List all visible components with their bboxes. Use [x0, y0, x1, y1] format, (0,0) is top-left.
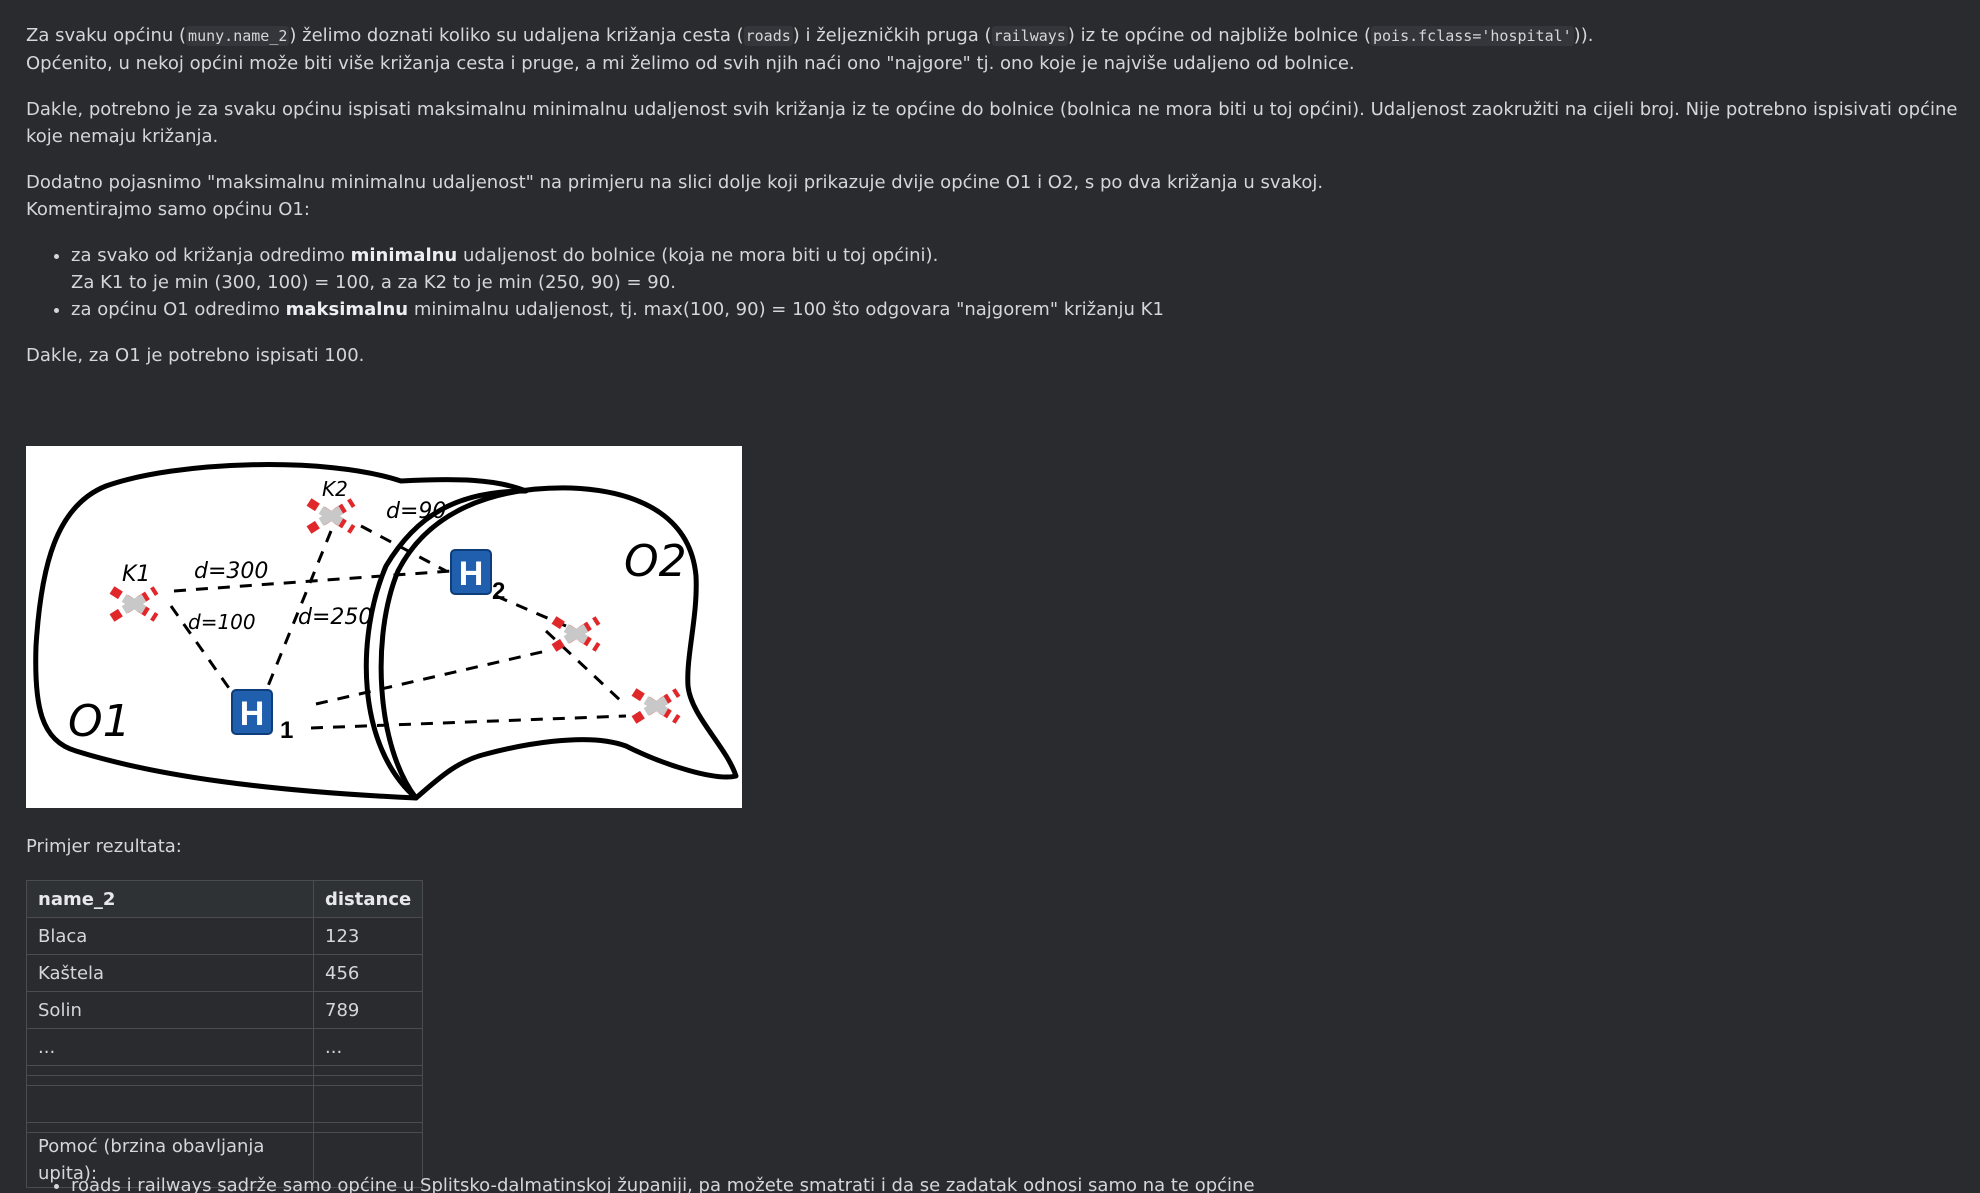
label-d100: d=100	[188, 610, 256, 634]
label-d250: d=250	[298, 605, 372, 630]
hospital-h1-icon: H 1	[231, 689, 293, 744]
list-item: roads i railways sadrže samo općine u Sp…	[71, 1172, 1255, 1193]
intro-text: )).	[1573, 25, 1594, 46]
cell-empty	[26, 1122, 314, 1133]
label-o1: O1	[68, 696, 131, 747]
help-list: roads i railways sadrže samo općine u Sp…	[26, 1172, 1255, 1193]
bold-maksimalnu: maksimalnu	[285, 299, 409, 320]
crossing-o2-a	[551, 616, 601, 652]
cell-empty	[26, 1085, 314, 1123]
cell-empty	[26, 1065, 314, 1076]
list-text: za svako od križanja odredimo	[71, 245, 351, 266]
table-row-empty	[26, 1122, 424, 1133]
intro-text: Za svaku općinu (	[26, 25, 187, 46]
cell-name: ...	[26, 1028, 314, 1066]
diagram-labels: K1 K2 d=300 d=100 d=250 d=90 O1 O2	[68, 477, 687, 747]
list-subline: Za K1 to je min (300, 100) = 100, a za K…	[71, 272, 676, 293]
cell-empty	[312, 1085, 424, 1123]
explanation-line-1: Dodatno pojasnimo "maksimalnu minimalnu …	[26, 172, 1324, 193]
cell-distance: 123	[312, 917, 424, 955]
list-item: za svako od križanja odredimo minimalnu …	[71, 242, 1966, 296]
instruction-paragraph: Dakle, potrebno je za svaku općinu ispis…	[26, 99, 1958, 147]
cell-name: Kaštela	[26, 954, 314, 992]
hospital-h2-letter: H	[459, 555, 484, 593]
crossing-k2	[306, 498, 356, 534]
label-o2: O2	[624, 536, 687, 587]
explanation-line-2: Komentirajmo samo općinu O1:	[26, 199, 310, 220]
cell-empty	[312, 1075, 424, 1086]
list-item: za općinu O1 odredimo maksimalnu minimal…	[71, 296, 1966, 323]
table-row: Solin 789	[26, 991, 424, 1029]
crossing-o2-b	[631, 688, 681, 724]
list-text: minimalnu udaljenost, tj. max(100, 90) =…	[408, 299, 1164, 320]
explanation-list: za svako od križanja odredimo minimalnu …	[26, 242, 1966, 323]
cell-empty	[312, 1122, 424, 1133]
intro-text: ) iz te općine od najbliže bolnice (	[1067, 25, 1371, 46]
cell-empty	[312, 1065, 424, 1076]
intro-text: ) i željezničkih pruga (	[792, 25, 992, 46]
code-roads: roads	[743, 26, 793, 46]
hospital-h1-letter: H	[240, 695, 265, 733]
column-header-distance: distance	[312, 880, 424, 918]
cell-name: Solin	[26, 991, 314, 1029]
crossing-k1	[109, 586, 159, 622]
cell-distance: ...	[312, 1028, 424, 1066]
hospital-h1-index: 1	[280, 717, 293, 744]
list-text: udaljenost do bolnice (koja ne mora biti…	[457, 245, 939, 266]
intro-text: ) želimo doznati koliko su udaljena križ…	[289, 25, 744, 46]
table-row-empty	[26, 1085, 424, 1123]
diagram-svg: H 1 H 2 K1 K2 d=300 d=100 d=250 d=90 O1 …	[33, 462, 739, 801]
intro-paragraph: Za svaku općinu (muny.name_2) želimo doz…	[26, 22, 1966, 50]
label-d300: d=300	[194, 559, 268, 584]
conclusion: Dakle, za O1 je potrebno ispisati 100.	[26, 345, 365, 366]
cell-empty	[26, 1075, 314, 1086]
code-muny-name: muny.name_2	[186, 26, 290, 46]
table-header-row: name_2 distance	[26, 880, 424, 918]
hospital-h2-index: 2	[492, 578, 505, 605]
label-k1: K1	[122, 562, 150, 587]
hospital-h2-icon: H 2	[450, 549, 505, 605]
column-header-name: name_2	[26, 880, 314, 918]
table-row-empty	[26, 1075, 424, 1086]
task-description: Za svaku općinu (muny.name_2) želimo doz…	[26, 22, 1966, 369]
table-row: Blaca 123	[26, 917, 424, 955]
result-example-label: Primjer rezultata:	[26, 836, 182, 857]
table-row: Kaštela 456	[26, 954, 424, 992]
code-hospital: pois.fclass='hospital'	[1370, 26, 1574, 46]
cell-distance: 456	[312, 954, 424, 992]
list-text: za općinu O1 odredimo	[71, 299, 286, 320]
bold-minimalnu: minimalnu	[350, 245, 458, 266]
intro-line-2: Općenito, u nekoj općini može biti više …	[26, 53, 1355, 74]
line-h1-k4	[310, 714, 627, 730]
cell-distance: 789	[312, 991, 424, 1029]
result-table: name_2 distance Blaca 123 Kaštela 456 So…	[26, 880, 424, 1188]
example-diagram: H 1 H 2 K1 K2 d=300 d=100 d=250 d=90 O1 …	[26, 446, 742, 808]
cell-name: Blaca	[26, 917, 314, 955]
line-h1-k3	[315, 649, 547, 706]
table-row: ... ...	[26, 1028, 424, 1066]
label-k2: K2	[322, 477, 348, 501]
label-d90: d=90	[386, 499, 446, 524]
table-row-empty	[26, 1065, 424, 1076]
code-railways: railways	[991, 26, 1068, 46]
